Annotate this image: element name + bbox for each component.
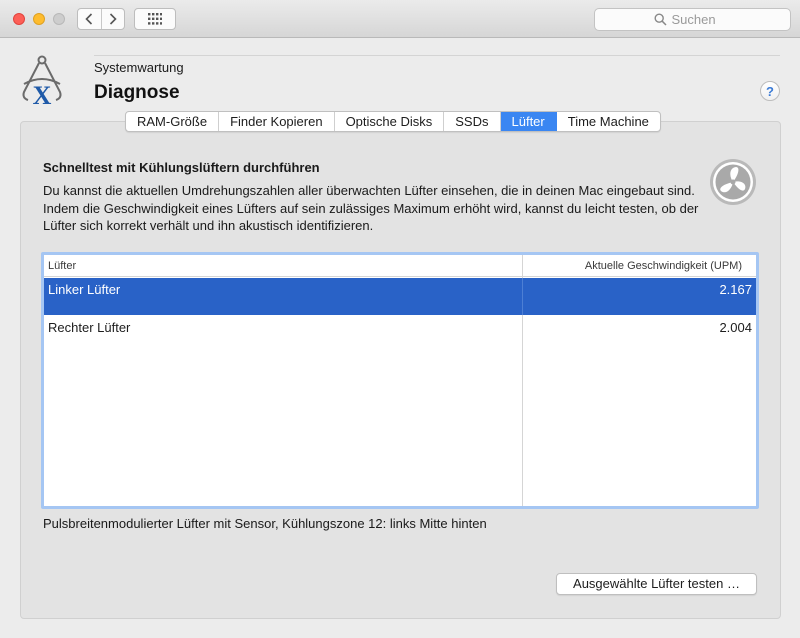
fan-speed: 2.167 — [719, 282, 752, 297]
tab-time-machine[interactable]: Time Machine — [557, 112, 660, 131]
table-row[interactable]: Rechter Lüfter 2.004 — [44, 316, 756, 353]
chevron-left-icon — [85, 13, 93, 25]
section-heading: Schnelltest mit Kühlungslüftern durchfüh… — [43, 160, 320, 175]
help-button[interactable]: ? — [760, 81, 780, 101]
search-input[interactable] — [671, 12, 732, 27]
calipers-x-icon: X — [22, 55, 62, 110]
fan-detail-text: Pulsbreitenmodulierter Lüfter mit Sensor… — [43, 516, 487, 531]
page-title: Diagnose — [94, 82, 180, 103]
section-description: Du kannst die aktuellen Umdrehungszahlen… — [43, 183, 699, 233]
navigation-buttons — [77, 8, 125, 30]
page-subtitle: Systemwartung — [94, 60, 184, 75]
chevron-right-icon — [109, 13, 117, 25]
app-window: X Systemwartung Diagnose ? RAM-Größe Fin… — [0, 0, 800, 638]
tab-ssds[interactable]: SSDs — [444, 112, 501, 131]
search-field[interactable] — [594, 8, 791, 31]
close-window-button[interactable] — [13, 13, 25, 25]
back-button[interactable] — [78, 9, 101, 29]
table-header: Lüfter Aktuelle Geschwindigkeit (UPM) — [44, 255, 756, 277]
column-header-speed[interactable]: Aktuelle Geschwindigkeit (UPM) — [585, 260, 742, 272]
column-header-fan[interactable]: Lüfter — [48, 260, 76, 272]
test-selected-fans-button[interactable]: Ausgewählte Lüfter testen … — [556, 573, 757, 595]
forward-button[interactable] — [100, 9, 125, 29]
fan-name: Linker Lüfter — [48, 282, 121, 297]
header-divider — [94, 55, 780, 56]
fan-icon — [710, 159, 756, 205]
tab-ram-size[interactable]: RAM-Größe — [126, 112, 220, 131]
fan-table[interactable]: Lüfter Aktuelle Geschwindigkeit (UPM) Li… — [41, 252, 759, 509]
title-bar — [0, 0, 800, 38]
grid-icon — [148, 13, 162, 25]
tab-optical-disks[interactable]: Optische Disks — [335, 112, 445, 131]
table-row[interactable]: Linker Lüfter 2.167 — [44, 278, 756, 315]
search-icon — [653, 13, 667, 26]
zoom-window-button[interactable] — [53, 13, 65, 25]
fan-speed: 2.004 — [719, 320, 752, 335]
minimize-window-button[interactable] — [33, 13, 45, 25]
tab-finder-copy[interactable]: Finder Kopieren — [219, 112, 335, 131]
tab-fans[interactable]: Lüfter — [500, 112, 557, 131]
svg-text:X: X — [33, 81, 52, 110]
fan-name: Rechter Lüfter — [48, 320, 131, 335]
tab-bar: RAM-Größe Finder Kopieren Optische Disks… — [125, 111, 661, 132]
show-all-button[interactable] — [134, 8, 176, 30]
